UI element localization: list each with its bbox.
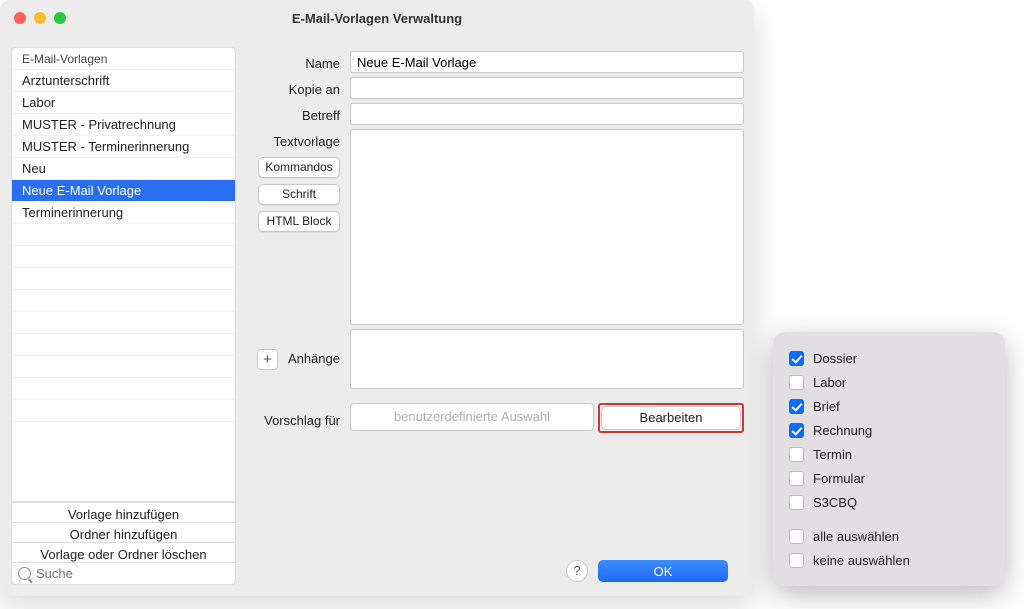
template-row[interactable]: MUSTER - Privatrechnung	[12, 114, 235, 136]
sidebar: E-Mail-Vorlagen ArztunterschriftLaborMUS…	[11, 47, 236, 585]
checkbox-icon[interactable]	[789, 351, 804, 366]
popover-option[interactable]: Termin	[789, 442, 989, 466]
name-label: Name	[305, 55, 340, 73]
titlebar: E-Mail-Vorlagen Verwaltung	[0, 0, 754, 36]
checkbox-icon[interactable]	[789, 375, 804, 390]
add-attachment-button[interactable]: +	[257, 349, 278, 370]
popover-select-all[interactable]: alle auswählen	[789, 524, 989, 548]
popover-option-label: keine auswählen	[813, 553, 910, 568]
search-input[interactable]	[36, 566, 229, 581]
popover-select-none[interactable]: keine auswählen	[789, 548, 989, 572]
popover-option[interactable]: Labor	[789, 370, 989, 394]
template-row-empty	[12, 290, 235, 312]
commands-button[interactable]: Kommandos	[258, 157, 340, 178]
template-row-empty	[12, 224, 235, 246]
popover-option-label: Rechnung	[813, 423, 872, 438]
template-row[interactable]: Labor	[12, 92, 235, 114]
checkbox-icon[interactable]	[789, 423, 804, 438]
edit-button[interactable]: Bearbeiten	[601, 406, 741, 430]
texttemplate-textarea[interactable]	[350, 129, 744, 325]
window-title: E-Mail-Vorlagen Verwaltung	[0, 11, 754, 26]
suggestion-label: Vorschlag für	[264, 412, 340, 430]
footer: ? OK	[242, 548, 744, 586]
sidebar-folder[interactable]: E-Mail-Vorlagen	[12, 48, 235, 70]
font-button[interactable]: Schrift	[258, 184, 340, 205]
popover-option-label: Brief	[813, 399, 840, 414]
popover-option-label: Dossier	[813, 351, 857, 366]
popover-option-label: Termin	[813, 447, 852, 462]
help-button[interactable]: ?	[566, 560, 588, 582]
popover-option-label: alle auswählen	[813, 529, 899, 544]
copyto-input[interactable]	[350, 77, 744, 99]
ok-button[interactable]: OK	[598, 560, 728, 582]
sidebar-actions: Vorlage hinzufügen Ordner hinzufügen Vor…	[12, 501, 235, 584]
template-row-empty	[12, 356, 235, 378]
copyto-label: Kopie an	[289, 81, 340, 99]
popover-option-label: Labor	[813, 375, 846, 390]
delete-button[interactable]: Vorlage oder Ordner löschen	[12, 542, 235, 562]
window-controls	[14, 12, 66, 24]
search-icon	[18, 567, 31, 580]
template-row[interactable]: Neue E-Mail Vorlage	[12, 180, 235, 202]
template-row-empty	[12, 246, 235, 268]
checkbox-icon[interactable]	[789, 447, 804, 462]
popover-option[interactable]: Dossier	[789, 346, 989, 370]
popover-option[interactable]: Formular	[789, 466, 989, 490]
checkbox-icon[interactable]	[789, 495, 804, 510]
checkbox-icon[interactable]	[789, 529, 804, 544]
attachments-label: Anhänge	[288, 350, 340, 368]
form-area: Name Kopie an Betreff Textvorlage Komman…	[236, 36, 754, 596]
template-row[interactable]: Arztunterschrift	[12, 70, 235, 92]
template-list: E-Mail-Vorlagen ArztunterschriftLaborMUS…	[12, 48, 235, 501]
minimize-icon[interactable]	[34, 12, 46, 24]
main-window: E-Mail-Vorlagen Verwaltung E-Mail-Vorlag…	[0, 0, 754, 596]
template-row-empty	[12, 334, 235, 356]
template-row[interactable]: Terminerinnerung	[12, 202, 235, 224]
close-icon[interactable]	[14, 12, 26, 24]
popover-option[interactable]: Rechnung	[789, 418, 989, 442]
subject-input[interactable]	[350, 103, 744, 125]
maximize-icon[interactable]	[54, 12, 66, 24]
suggestion-popover: Dossier Labor Brief Rechnung Termin Formular S…	[773, 332, 1005, 586]
popover-option[interactable]: Brief	[789, 394, 989, 418]
checkbox-icon[interactable]	[789, 399, 804, 414]
add-folder-button[interactable]: Ordner hinzufügen	[12, 522, 235, 542]
add-template-button[interactable]: Vorlage hinzufügen	[12, 502, 235, 522]
popover-option[interactable]: S3CBQ	[789, 490, 989, 514]
htmlblock-button[interactable]: HTML Block	[258, 211, 340, 232]
template-row-empty	[12, 378, 235, 400]
template-row[interactable]: MUSTER - Terminerinnerung	[12, 136, 235, 158]
attachments-area[interactable]	[350, 329, 744, 389]
subject-label: Betreff	[302, 107, 340, 125]
checkbox-icon[interactable]	[789, 553, 804, 568]
edit-button-highlight: Bearbeiten	[598, 403, 744, 433]
template-row[interactable]: Neu	[12, 158, 235, 180]
name-input[interactable]	[350, 51, 744, 73]
texttemplate-label: Textvorlage	[274, 133, 340, 151]
template-row-empty	[12, 268, 235, 290]
template-row-empty	[12, 400, 235, 422]
search-box	[12, 562, 235, 584]
popover-option-label: Formular	[813, 471, 865, 486]
checkbox-icon[interactable]	[789, 471, 804, 486]
popover-option-label: S3CBQ	[813, 495, 857, 510]
template-row-empty	[12, 312, 235, 334]
suggestion-display: benutzerdefinierte Auswahl	[350, 403, 594, 431]
